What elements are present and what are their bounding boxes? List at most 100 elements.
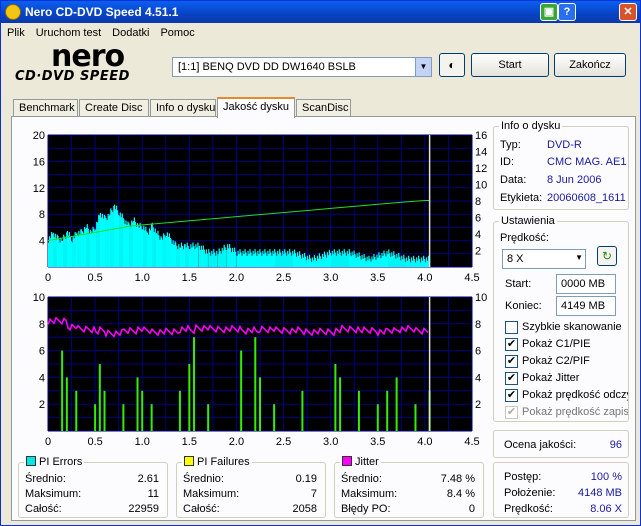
- tab-scandisc[interactable]: ScanDisc: [296, 99, 351, 117]
- checkbox-5: ✔: [505, 406, 518, 419]
- menu-uruchom-test[interactable]: Uruchom test: [30, 23, 106, 39]
- checkbox-3[interactable]: ✔: [505, 372, 518, 385]
- x-tick-label: 3.5: [370, 272, 385, 284]
- position-label: Położenie:: [504, 487, 556, 499]
- tray-icon[interactable]: ▣: [540, 3, 558, 21]
- checkbox-label-2: Pokaż C2/PIF: [522, 355, 590, 367]
- settings-group: Ustawienia Prędkość: 8 X ▼ ↻ Start: 0000…: [493, 215, 629, 422]
- type-value: DVD-R: [547, 139, 582, 151]
- tab-benchmark[interactable]: Benchmark: [13, 99, 78, 117]
- pi-failure-bar: [376, 404, 379, 431]
- end-button[interactable]: Zakończ: [554, 53, 626, 77]
- chevron-down-icon[interactable]: ▼: [415, 58, 431, 76]
- x-tick-label: 2.0: [229, 436, 244, 448]
- y2-tick-label: 10: [475, 292, 487, 304]
- help-icon[interactable]: ?: [558, 3, 576, 21]
- x-tick-label: 3.0: [323, 436, 338, 448]
- label-label: Etykieta:: [500, 192, 543, 204]
- y2-tick-label: 2: [475, 399, 481, 411]
- menu-plik[interactable]: Plik: [1, 23, 30, 39]
- y2-tick-label: 16: [475, 130, 487, 142]
- pi-errors-legend: PI Errors: [24, 456, 85, 468]
- pi-failure-bar: [98, 364, 101, 431]
- x-tick-label: 4.0: [417, 272, 432, 284]
- pi-failure-bar: [339, 377, 342, 431]
- label-value: 20060608_1611: [547, 192, 626, 204]
- start-button[interactable]: Start: [471, 53, 549, 77]
- refresh-speed-button[interactable]: ↻: [597, 246, 617, 266]
- pi-error-bar: [216, 250, 218, 267]
- disc-info-group: Info o dysku Typ: DVD-R ID: CMC MAG. AE1…: [493, 120, 629, 210]
- pi-failure-bar: [254, 337, 257, 431]
- pie-avg-value: 2.61: [137, 473, 159, 485]
- pi-failures-chart: 0 0.5 1.0 1.5 2.0 2.5 3.0 3.5 4.0 4.5 10 8 6 4 2 10 8 6 4 2: [24, 289, 496, 451]
- id-label: ID:: [500, 156, 515, 168]
- pif-avg-label: Średnio:: [183, 473, 224, 485]
- speed-label: Prędkość:: [500, 232, 549, 244]
- progress-label: Postęp:: [504, 471, 542, 483]
- y2-tick-label: 2: [475, 246, 481, 258]
- y2-tick-label: 14: [475, 147, 487, 159]
- pi-failure-bar: [75, 390, 78, 431]
- jitter-avg-label: Średnio:: [341, 473, 382, 485]
- checkbox-0[interactable]: [505, 321, 518, 334]
- pie-max-label: Maksimum:: [25, 488, 82, 500]
- tab-create-disc[interactable]: Create Disc: [79, 99, 149, 117]
- y2-tick-label: 6: [475, 213, 481, 225]
- tab-jakosc-dysku[interactable]: Jakość dysku: [217, 97, 295, 118]
- y-tick-label: 8: [39, 209, 45, 221]
- end-input[interactable]: 4149 MB: [556, 296, 616, 316]
- speed-select[interactable]: 8 X ▼: [502, 249, 586, 269]
- pi-failures-title: PI Failures: [197, 456, 250, 468]
- pi-errors-swatch: [26, 456, 36, 466]
- checkbox-4[interactable]: ✔: [505, 389, 518, 402]
- checkbox-2[interactable]: ✔: [505, 355, 518, 368]
- x-tick-label: 1.5: [182, 436, 197, 448]
- y-tick-label: 16: [33, 156, 45, 168]
- pi-failure-bar: [395, 377, 398, 431]
- menu-pomoc[interactable]: Pomoc: [154, 23, 199, 39]
- nero-app-icon: [5, 4, 21, 20]
- jitter-max-label: Maksimum:: [341, 488, 398, 500]
- x-tick-label: 3.5: [370, 436, 385, 448]
- y2-tick-label: 10: [475, 180, 487, 192]
- pi-failure-bar: [141, 390, 144, 431]
- checkbox-1[interactable]: ✔: [505, 338, 518, 351]
- close-icon[interactable]: ✕: [619, 3, 637, 21]
- read-speed-label: Prędkość:: [504, 503, 553, 515]
- title-bar[interactable]: Nero CD-DVD Speed 4.51.1 ▣ ? ✕: [1, 1, 640, 23]
- type-label: Typ:: [500, 139, 521, 151]
- drive-select-value: [1:1] BENQ DVD DD DW1640 BSLB: [178, 61, 356, 73]
- eject-button[interactable]: ◐: [439, 53, 465, 77]
- checkbox-label-5: Pokaż prędkość zapisu: [522, 406, 628, 418]
- pi-failures-group: PI Failures Średnio: 0.19 Maksimum: 7 Ca…: [176, 456, 326, 518]
- pi-failures-swatch: [184, 456, 194, 466]
- logo-subtitle: CD·DVD SPEED: [15, 69, 130, 84]
- checkbox-label-4: Pokaż prędkość odczytu: [522, 389, 628, 401]
- pi-failures-legend: PI Failures: [182, 456, 252, 468]
- pi-failure-bar: [136, 377, 139, 431]
- tab-info-o-dysku[interactable]: Info o dysku: [150, 99, 216, 117]
- pi-failure-bar: [178, 390, 181, 431]
- quality-value: 96: [609, 439, 622, 451]
- start-input[interactable]: 0000 MB: [556, 274, 616, 294]
- jitter-max-value: 8.4 %: [446, 488, 475, 500]
- pi-failure-bar: [150, 404, 153, 431]
- po-errors-value: 0: [468, 503, 475, 515]
- menu-dodatki[interactable]: Dodatki: [106, 23, 154, 39]
- checkbox-label-3: Pokaż Jitter: [522, 372, 580, 384]
- drive-select[interactable]: [1:1] BENQ DVD DD DW1640 BSLB ▼: [172, 57, 432, 77]
- pie-total-value: 22959: [128, 503, 159, 515]
- x-tick-label: 2.5: [276, 436, 291, 448]
- y-tick-label: 8: [39, 319, 45, 331]
- quality-label: Ocena jakości:: [504, 439, 577, 451]
- x-tick-label: 2.0: [229, 272, 244, 284]
- x-tick-label: 4.5: [464, 272, 479, 284]
- po-errors-label: Błędy PO:: [341, 503, 391, 515]
- y-tick-label: 2: [39, 399, 45, 411]
- y2-tick-label: 4: [475, 229, 481, 241]
- pi-failure-bar: [259, 377, 261, 431]
- chevron-down-icon[interactable]: ▼: [575, 253, 583, 262]
- pi-failure-bar: [65, 377, 68, 431]
- pie-total-label: Całość:: [25, 503, 62, 515]
